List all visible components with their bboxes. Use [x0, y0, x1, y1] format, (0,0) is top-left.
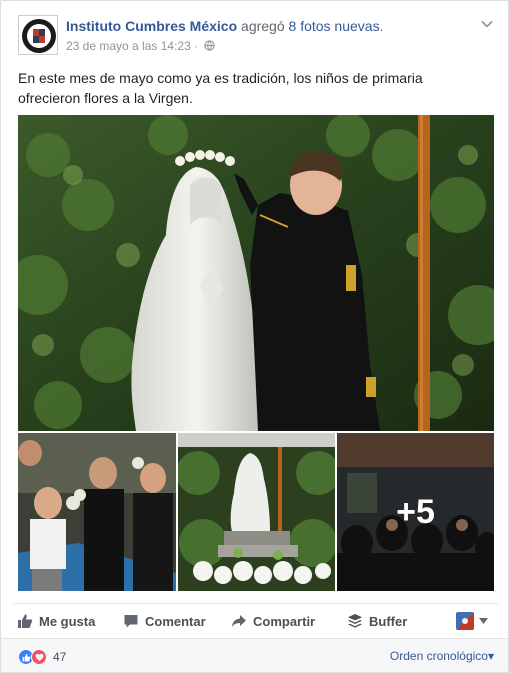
thumbnail-photo-2[interactable]: [178, 433, 335, 591]
buffer-stack-icon: [348, 614, 362, 628]
post-meta: Instituto Cumbres México agregó 8 fotos …: [66, 17, 383, 55]
viewer-avatar: [456, 612, 474, 630]
more-photos-count[interactable]: +5: [337, 433, 494, 591]
photos-link[interactable]: 8 fotos nuevas: [289, 18, 380, 34]
order-caret: ▾: [487, 649, 494, 663]
caret-down-icon: [479, 618, 488, 624]
chevron-down-icon[interactable]: [480, 17, 494, 31]
globe-icon[interactable]: [204, 39, 216, 55]
reactions-summary[interactable]: 47: [18, 649, 66, 665]
buffer-button[interactable]: Buffer: [347, 609, 407, 633]
post-timestamp[interactable]: 23 de mayo a las 14:23: [66, 39, 191, 53]
post-action-bar: Me gusta Comentar Compartir Buffer: [13, 603, 498, 635]
reaction-count[interactable]: 47: [53, 650, 66, 664]
comment-icon: [124, 615, 138, 628]
post-footer: 47 Orden cronológico▾: [1, 638, 508, 672]
thumbs-up-icon: [18, 614, 33, 628]
order-label: Orden cronológico: [389, 649, 488, 663]
meta-separator: ·: [194, 39, 199, 53]
action-period: .: [379, 18, 384, 34]
like-button-label: Me gusta: [39, 613, 96, 629]
like-button[interactable]: Me gusta: [17, 609, 95, 633]
share-button[interactable]: Compartir: [231, 609, 315, 633]
post-text: En este mes de mayo como ya es tradición…: [18, 70, 423, 106]
comment-button[interactable]: Comentar: [123, 609, 206, 633]
page-avatar[interactable]: [18, 15, 58, 55]
post-card: Instituto Cumbres México agregó 8 fotos …: [0, 0, 509, 673]
page-name-link[interactable]: Instituto Cumbres México: [66, 18, 237, 34]
comment-button-label: Comentar: [145, 613, 206, 629]
comment-order-dropdown[interactable]: Orden cronológico▾: [390, 649, 494, 663]
post-title-line: Instituto Cumbres México agregó 8 fotos …: [66, 17, 383, 35]
main-photo[interactable]: [18, 115, 494, 431]
action-verb: agregó: [241, 18, 285, 34]
thumbnail-photo-3-more[interactable]: +5: [337, 433, 494, 591]
post-header: Instituto Cumbres México agregó 8 fotos …: [18, 15, 498, 57]
thumbnail-photo-1[interactable]: [18, 433, 176, 591]
buffer-button-label: Buffer: [369, 613, 408, 629]
share-button-label: Compartir: [253, 613, 316, 629]
post-as-selector[interactable]: [456, 612, 488, 630]
post-subtitle-line: 23 de mayo a las 14:23 ·: [66, 38, 383, 55]
love-icon: [31, 649, 47, 665]
share-arrow-icon: [232, 615, 246, 627]
